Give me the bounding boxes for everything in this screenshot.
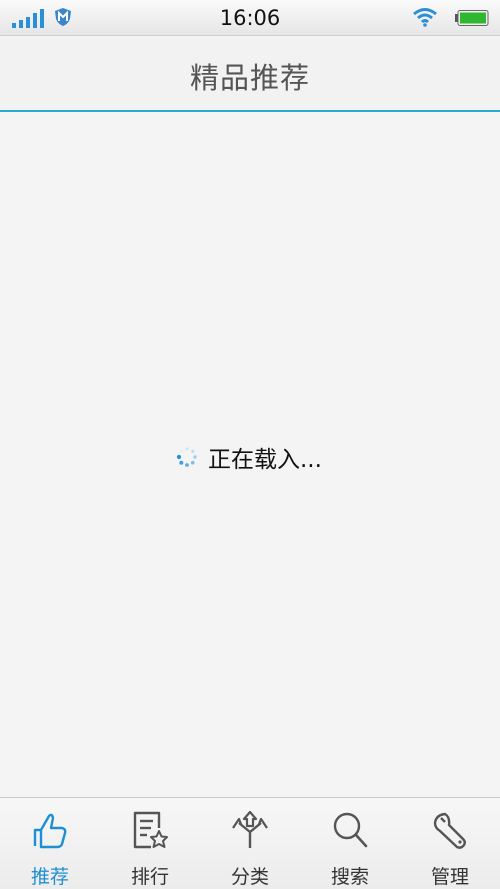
tab-category[interactable]: 分类 bbox=[200, 798, 300, 889]
tab-label-manage: 管理 bbox=[430, 866, 469, 888]
thumbs-up-icon bbox=[33, 813, 67, 849]
tab-search[interactable]: 搜索 bbox=[300, 798, 400, 889]
wrench-icon bbox=[433, 812, 466, 849]
spinner-icon bbox=[176, 447, 197, 467]
status-bar: 16:06 bbox=[0, 0, 500, 36]
tab-label-ranking: 排行 bbox=[130, 866, 169, 888]
search-icon bbox=[333, 812, 368, 848]
category-arrows-icon bbox=[232, 810, 268, 848]
tab-label-recommend: 推荐 bbox=[30, 866, 69, 888]
main-content: 正在载入... bbox=[0, 114, 500, 797]
battery-icon bbox=[455, 10, 489, 26]
loading-text: 正在载入... bbox=[208, 447, 322, 473]
bottom-tab-bar: 推荐 排行 分类 搜索 管理 bbox=[0, 797, 500, 889]
tab-label-search: 搜索 bbox=[330, 866, 369, 888]
tab-ranking[interactable]: 排行 bbox=[100, 798, 200, 889]
tab-recommend[interactable]: 推荐 bbox=[0, 798, 100, 889]
tab-label-category: 分类 bbox=[230, 866, 269, 888]
title-bar: 精品推荐 bbox=[0, 37, 500, 112]
wifi-icon bbox=[413, 8, 437, 27]
tab-manage[interactable]: 管理 bbox=[400, 798, 500, 889]
page-title: 精品推荐 bbox=[189, 61, 310, 95]
loading-indicator: 正在载入... bbox=[176, 442, 322, 473]
ranking-list-icon bbox=[133, 811, 168, 849]
